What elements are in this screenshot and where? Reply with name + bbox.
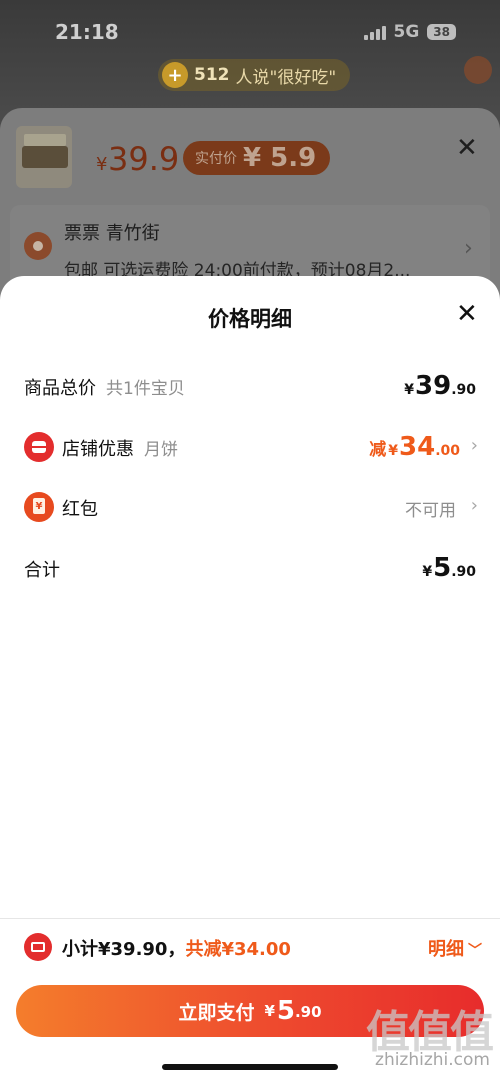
battery-icon: 38 bbox=[427, 24, 456, 40]
shop-icon bbox=[24, 432, 54, 462]
close-icon[interactable]: ✕ bbox=[456, 301, 478, 327]
status-indicators: 5G 38 bbox=[363, 22, 456, 42]
total-amount: ¥5.90 bbox=[422, 553, 476, 583]
chevron-right-icon: › bbox=[464, 236, 473, 261]
red-packet-label: 红包 bbox=[62, 499, 98, 520]
red-packet-icon: ¥ bbox=[24, 492, 54, 522]
goods-total-amount: ¥39.90 bbox=[404, 371, 476, 401]
praise-badge: + 512 人说"很好吃" bbox=[158, 59, 351, 91]
summary-bar: 小计¥39.90，共减¥34.00 明细 ﹀ bbox=[0, 930, 500, 966]
chevron-right-icon: › bbox=[470, 435, 478, 456]
goods-count: 共1件宝贝 bbox=[106, 379, 185, 399]
product-price: 39.9 bbox=[108, 140, 180, 178]
row-red-packet[interactable]: ¥ 红包 不可用 › bbox=[0, 487, 500, 527]
product-price-currency: ¥ bbox=[96, 154, 108, 175]
goods-total-label: 商品总价 共1件宝贝 bbox=[24, 378, 185, 399]
status-bar: 21:18 5G 38 bbox=[0, 0, 500, 66]
coupon-icon bbox=[24, 933, 52, 961]
corner-badge-icon bbox=[464, 56, 492, 84]
product-thumbnail bbox=[16, 126, 72, 188]
location-icon bbox=[24, 232, 52, 260]
red-packet-status: 不可用 bbox=[405, 501, 456, 521]
home-indicator[interactable] bbox=[162, 1064, 338, 1070]
network-type: 5G bbox=[393, 22, 420, 42]
reduced-text: 共减¥34.00 bbox=[185, 939, 291, 960]
address-name: 票票 青竹街 bbox=[64, 223, 160, 244]
subtotal-text: 小计¥39.90， bbox=[62, 939, 186, 960]
shop-discount-label: 店铺优惠 月饼 bbox=[62, 439, 178, 460]
product-box-shape bbox=[22, 146, 68, 168]
actual-pay-badge: 实付价 ¥ 5.9 bbox=[183, 141, 331, 175]
shop-discount-tag: 月饼 bbox=[144, 440, 178, 460]
actual-pay-value: ¥ 5.9 bbox=[243, 143, 317, 173]
praise-icon: + bbox=[162, 62, 188, 88]
praise-count: 512 bbox=[194, 65, 230, 85]
row-total: 合计 ¥5.90 bbox=[0, 548, 500, 588]
pay-button-label: 立即支付 bbox=[178, 1001, 255, 1024]
shop-discount-amount: 减 ¥34.00 bbox=[369, 432, 460, 462]
chevron-right-icon: › bbox=[470, 495, 478, 516]
pay-now-button[interactable]: 立即支付 ¥ 5 .90 bbox=[16, 985, 484, 1037]
praise-text: 人说"很好吃" bbox=[235, 67, 337, 88]
pay-button-decimals: .90 bbox=[294, 1003, 322, 1021]
pay-button-currency: ¥ bbox=[264, 1002, 275, 1020]
product-lid-shape bbox=[24, 134, 66, 146]
bottom-divider bbox=[0, 918, 500, 919]
order-close-icon[interactable]: ✕ bbox=[456, 133, 478, 163]
pay-button-amount: 5 bbox=[276, 996, 295, 1026]
status-time: 21:18 bbox=[55, 20, 119, 44]
actual-pay-label: 实付价 bbox=[195, 151, 237, 167]
sheet-title: 价格明细 bbox=[208, 307, 292, 331]
row-shop-discount[interactable]: 店铺优惠 月饼 减 ¥34.00 › bbox=[0, 427, 500, 467]
row-goods-total: 商品总价 共1件宝贝 ¥39.90 bbox=[0, 366, 500, 406]
detail-toggle[interactable]: 明细 ﹀ bbox=[428, 935, 482, 961]
signal-icon bbox=[363, 24, 386, 40]
chevron-down-icon: ﹀ bbox=[468, 943, 482, 959]
total-label: 合计 bbox=[24, 560, 60, 581]
summary-text: 小计¥39.90，共减¥34.00 bbox=[62, 935, 291, 961]
